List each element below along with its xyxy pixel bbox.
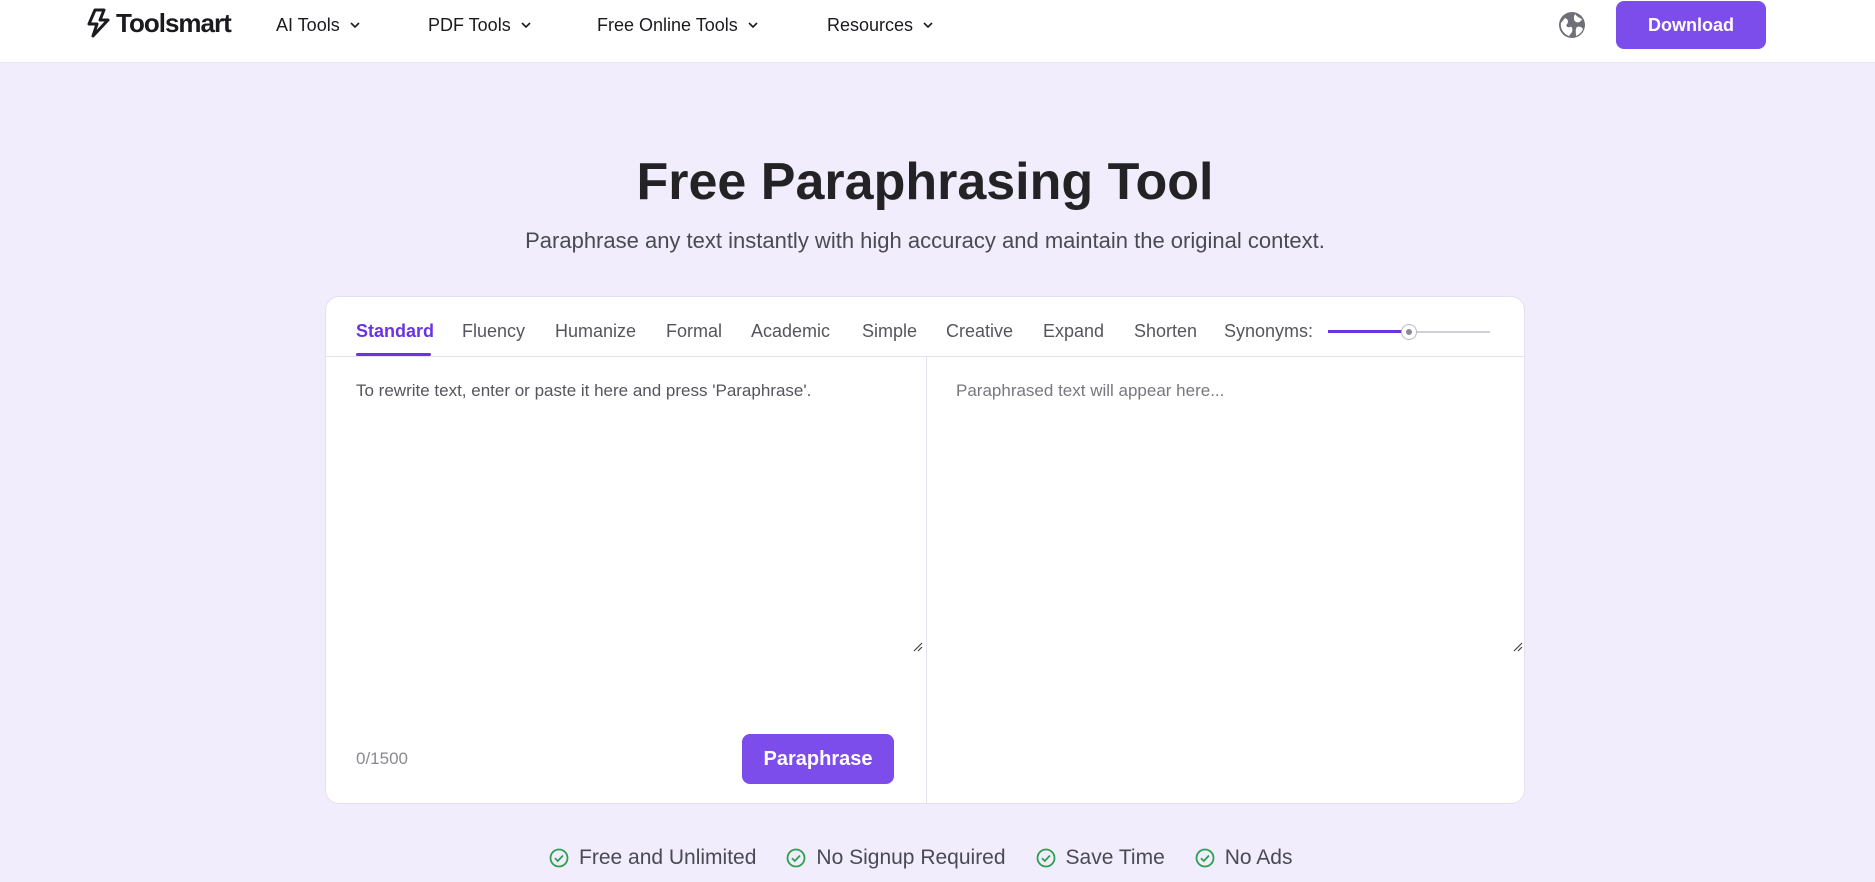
nav-label: PDF Tools [428, 14, 511, 35]
feature-item: No Signup Required [786, 846, 1006, 870]
resize-grip-icon[interactable] [1513, 642, 1523, 652]
feature-item: Save Time [1036, 846, 1165, 870]
nav-label: Resources [827, 14, 914, 35]
bolt-logo-icon [87, 8, 110, 38]
slider-fill [1328, 330, 1409, 333]
paraphrase-button[interactable]: Paraphrase [742, 734, 894, 784]
check-circle-icon [1036, 848, 1055, 868]
feature-item: No Ads [1195, 846, 1293, 870]
tab-academic[interactable]: Academic [751, 321, 830, 342]
check-circle-icon [549, 848, 569, 868]
page-title: Free Paraphrasing Tool [636, 153, 1214, 211]
feature-label: Free and Unlimited [579, 846, 757, 869]
feature-label: Save Time [1065, 846, 1165, 869]
tab-fluency[interactable]: Fluency [462, 321, 525, 342]
chevron-down-icon [350, 22, 360, 29]
tab-formal[interactable]: Formal [666, 321, 722, 342]
download-button[interactable]: Download [1616, 1, 1766, 49]
check-circle-icon [1195, 848, 1215, 868]
tab-expand[interactable]: Expand [1043, 321, 1104, 342]
synonyms-slider[interactable] [1328, 322, 1490, 342]
top-header: Toolsmart AI Tools PDF Tools Free Online… [0, 0, 1875, 63]
tab-simple[interactable]: Simple [862, 321, 917, 342]
mode-tabs: Standard Fluency Humanize Formal Academi… [326, 297, 1524, 357]
feature-list: Free and Unlimited No Signup Required Sa… [549, 845, 1322, 871]
slider-thumb[interactable] [1401, 324, 1417, 340]
feature-label: No Signup Required [816, 846, 1006, 869]
logo-text: Toolsmart [116, 7, 232, 38]
tab-humanize[interactable]: Humanize [555, 321, 636, 342]
paraphrase-panel: Standard Fluency Humanize Formal Academi… [325, 296, 1525, 804]
chevron-down-icon [923, 22, 933, 29]
resize-grip-icon[interactable] [913, 642, 923, 652]
input-text-area[interactable] [356, 381, 916, 651]
nav-ai-tools[interactable]: AI Tools [276, 14, 362, 36]
active-tab-indicator [356, 353, 431, 356]
page-subtitle: Paraphrase any text instantly with high … [525, 228, 1325, 253]
nav-label: AI Tools [276, 14, 340, 35]
tab-shorten[interactable]: Shorten [1134, 321, 1197, 342]
output-text-area[interactable] [956, 381, 1516, 651]
synonyms-label: Synonyms: [1224, 321, 1314, 341]
toolsmart-logo[interactable]: Toolsmart [86, 7, 232, 38]
character-counter: 0/1500 [356, 749, 408, 768]
tab-standard[interactable]: Standard [356, 321, 434, 342]
panel-divider [926, 357, 927, 803]
globe-icon[interactable] [1557, 10, 1587, 40]
check-circle-icon [787, 848, 806, 868]
nav-resources[interactable]: Resources [827, 14, 935, 36]
nav-label: Free Online Tools [597, 14, 738, 35]
tab-creative[interactable]: Creative [946, 321, 1013, 342]
nav-free-online-tools[interactable]: Free Online Tools [597, 14, 760, 36]
feature-label: No Ads [1224, 846, 1293, 869]
chevron-down-icon [521, 22, 531, 29]
nav-pdf-tools[interactable]: PDF Tools [428, 14, 533, 36]
feature-item: Free and Unlimited [549, 846, 756, 870]
chevron-down-icon [748, 22, 758, 29]
